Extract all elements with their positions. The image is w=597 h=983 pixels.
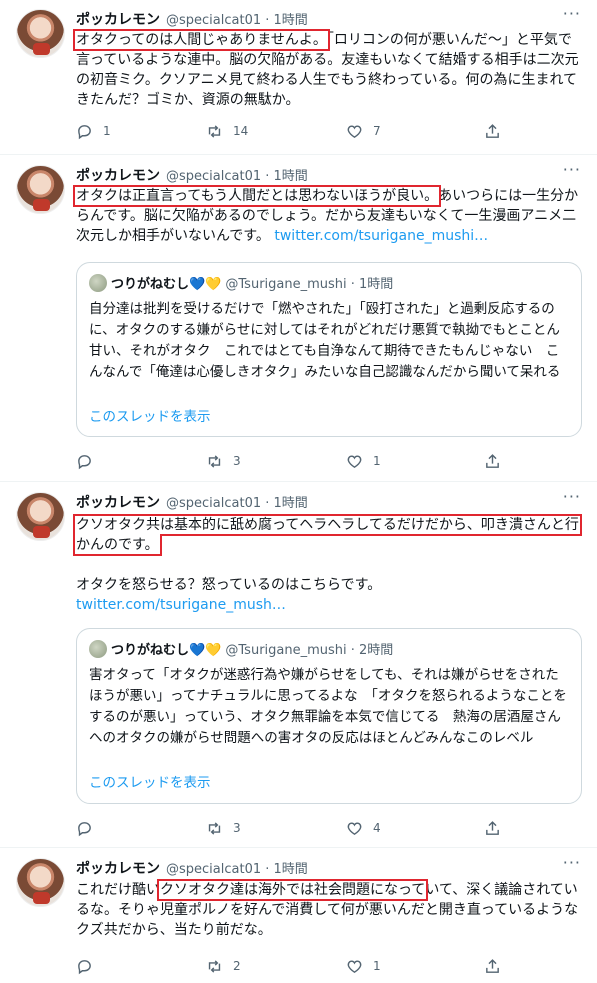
quote-text: 害オタって「オタクが迷惑行為や嫌がらせをしても、それは嫌がらせをされたほうが悪い…	[89, 667, 567, 746]
quoted-tweet[interactable]: つりがねむし💙💛 @Tsurigane_mushi · 1時間 自分達は批判を受け…	[76, 262, 582, 437]
quote-header: つりがねむし💙💛 @Tsurigane_mushi · 1時間	[89, 273, 393, 292]
more-options-icon[interactable]: ···	[563, 853, 581, 872]
yellow-heart-icon: 💛	[205, 643, 222, 658]
share-button[interactable]	[484, 956, 511, 976]
retweet-button[interactable]: 3	[206, 818, 243, 838]
reply-icon	[78, 454, 91, 469]
tweet-text: クソオタク共は基本的に舐め腐ってヘラヘラしてるだけだから、叩き潰さんと行かんので…	[73, 514, 584, 615]
display-name[interactable]: ポッカレモン	[76, 12, 160, 28]
heart-icon	[347, 124, 362, 138]
blue-heart-icon: 💙	[189, 643, 206, 658]
avatar[interactable]	[16, 492, 65, 541]
tweet-header: ポッカレモン @specialcat01 · 1時間	[76, 9, 308, 29]
tweet-text: これだけ酷いクソオタク達は海外では社会問題になっていて、深く議論されているな。そ…	[76, 879, 584, 940]
quote-handle-and-time: @Tsurigane_mushi · 2時間	[225, 643, 394, 658]
tweet-header: ポッカレモン @specialcat01 · 1時間	[76, 492, 308, 512]
tweet-body: オタクを怒らせる？怒っているのはこちらです。	[76, 577, 382, 593]
quote-avatar	[89, 640, 107, 658]
display-name[interactable]: ポッカレモン	[76, 861, 160, 877]
action-bar: 3 1	[76, 451, 506, 471]
quote-display-name: つりがねむし	[111, 643, 190, 658]
retweet-icon	[208, 124, 221, 138]
like-button[interactable]: 1	[346, 451, 383, 471]
quote-handle-and-time: @Tsurigane_mushi · 1時間	[225, 277, 394, 292]
tweet-1[interactable]: ポッカレモン @specialcat01 · 1時間 ··· オタクってのは人間じ…	[0, 0, 597, 155]
tweet-text: オタクってのは人間じゃありませんよ。「ロリコンの何が悪いんだ〜」と平気で言ってい…	[73, 29, 584, 110]
tweet-body-prefix: これだけ酷い	[76, 882, 160, 898]
tweet-link[interactable]: twitter.com/tsurigane_mush…	[76, 597, 286, 613]
reply-button[interactable]	[76, 956, 113, 976]
reply-button[interactable]	[76, 818, 113, 838]
share-button[interactable]	[484, 451, 511, 471]
show-thread-link[interactable]: このスレッドを表示	[89, 405, 211, 425]
like-button[interactable]: 7	[346, 121, 383, 141]
avatar[interactable]	[16, 858, 65, 907]
more-options-icon[interactable]: ···	[563, 160, 581, 179]
heart-icon	[347, 959, 362, 973]
quote-display-name: つりがねむし	[111, 277, 190, 292]
tweet-3[interactable]: ポッカレモン @specialcat01 · 1時間 ··· クソオタク共は基本的…	[0, 482, 597, 848]
heart-icon	[347, 454, 362, 468]
reply-icon	[78, 821, 91, 836]
retweet-icon	[208, 454, 221, 468]
handle-and-time[interactable]: @specialcat01 · 1時間	[166, 496, 308, 511]
display-name[interactable]: ポッカレモン	[76, 495, 160, 511]
highlighted-text: クソオタク共は基本的に舐め腐ってヘラヘラしてるだけだから、叩き潰さんと行かんので…	[73, 514, 582, 556]
tweet-text: オタクは正直言ってもう人間だとは思わないほうが良い。あいつらには一生分からんです…	[72, 185, 584, 246]
more-options-icon[interactable]: ···	[563, 487, 581, 506]
quote-avatar	[89, 274, 107, 292]
tweet-header: ポッカレモン @specialcat01 · 1時間	[76, 165, 308, 185]
heart-icon	[347, 821, 362, 835]
like-count: 1	[373, 959, 381, 973]
avatar[interactable]	[16, 165, 65, 214]
share-icon	[486, 123, 499, 138]
quoted-tweet[interactable]: つりがねむし💙💛 @Tsurigane_mushi · 2時間 害オタって「オタク…	[76, 628, 582, 804]
show-thread-link[interactable]: このスレッドを表示	[89, 771, 211, 791]
reply-icon	[78, 959, 91, 974]
reply-count: 1	[103, 124, 111, 138]
quote-text: 自分達は批判を受けるだけで「燃やされた」「殴打された」と過剰反応するのに、オタク…	[89, 301, 561, 380]
share-icon	[486, 820, 499, 835]
share-icon	[486, 958, 499, 973]
like-button[interactable]: 1	[346, 956, 383, 976]
retweet-icon	[208, 959, 221, 973]
highlighted-text: オタクは正直言ってもう人間だとは思わないほうが良い。	[72, 185, 442, 207]
share-button[interactable]	[484, 818, 511, 838]
retweet-button[interactable]: 2	[206, 956, 243, 976]
share-button[interactable]	[484, 121, 511, 141]
retweet-button[interactable]: 3	[206, 451, 243, 471]
more-options-icon[interactable]: ···	[563, 4, 581, 23]
yellow-heart-icon: 💛	[205, 277, 222, 292]
like-count: 1	[373, 454, 381, 468]
share-icon	[486, 453, 499, 468]
tweet-header: ポッカレモン @specialcat01 · 1時間	[76, 858, 308, 878]
retweet-count: 3	[233, 821, 241, 835]
avatar[interactable]	[16, 9, 65, 58]
like-count: 7	[373, 124, 381, 138]
retweet-count: 2	[233, 959, 241, 973]
handle-and-time[interactable]: @specialcat01 · 1時間	[166, 862, 308, 877]
handle-and-time[interactable]: @specialcat01 · 1時間	[166, 13, 308, 28]
display-name[interactable]: ポッカレモン	[76, 168, 160, 184]
quote-header: つりがねむし💙💛 @Tsurigane_mushi · 2時間	[89, 639, 393, 658]
like-count: 4	[373, 821, 381, 835]
reply-button[interactable]	[76, 451, 113, 471]
blue-heart-icon: 💙	[189, 277, 206, 292]
retweet-button[interactable]: 14	[206, 121, 248, 141]
highlighted-text: オタクってのは人間じゃありませんよ。	[73, 29, 330, 51]
tweet-2[interactable]: ポッカレモン @specialcat01 · 1時間 ··· オタクは正直言っても…	[0, 155, 597, 482]
reply-icon	[78, 124, 91, 139]
action-bar: 2 1	[76, 956, 506, 976]
tweet-4[interactable]: ポッカレモン @specialcat01 · 1時間 ··· これだけ酷いクソオタ…	[0, 848, 597, 983]
like-button[interactable]: 4	[346, 818, 383, 838]
retweet-count: 14	[233, 124, 249, 138]
retweet-count: 3	[233, 454, 241, 468]
action-bar: 1 14 7	[76, 121, 506, 141]
reply-button[interactable]: 1	[76, 121, 113, 141]
handle-and-time[interactable]: @specialcat01 · 1時間	[166, 169, 308, 184]
tweet-link[interactable]: twitter.com/tsurigane_mushi…	[274, 228, 488, 244]
retweet-icon	[208, 821, 221, 835]
action-bar: 3 4	[76, 818, 506, 838]
highlighted-text: クソオタク達は海外では社会問題になって	[156, 879, 429, 901]
